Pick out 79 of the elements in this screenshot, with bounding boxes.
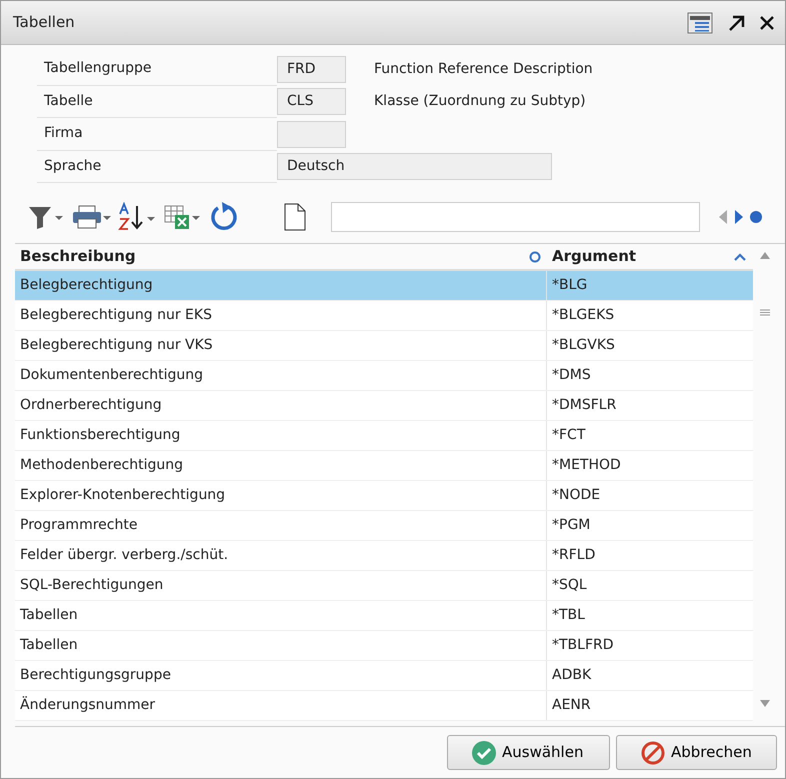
printer-icon[interactable] <box>71 203 111 231</box>
table-cell-text: *BLGVKS <box>552 336 615 355</box>
field-description: Function Reference Description <box>374 60 593 79</box>
dot-icon[interactable] <box>750 211 762 223</box>
table-row[interactable]: Belegberechtigung *BLG <box>15 271 753 301</box>
table-cell-text: *BLG <box>552 276 588 295</box>
sort-icon[interactable] <box>117 202 157 232</box>
table-cell-text: SQL-Berechtigungen <box>20 576 164 595</box>
field-description: Klasse (Zuordnung zu Subtyp) <box>374 92 586 112</box>
table-row[interactable]: Tabellen *TBLFRD <box>15 631 753 661</box>
sort-indicator-icon[interactable] <box>529 250 541 262</box>
table-row[interactable]: Dokumentenberechtigung *DMS <box>15 361 753 391</box>
table-cell-text: ADBK <box>552 666 592 685</box>
table-cell-text: Tabellen <box>20 636 78 655</box>
document-icon[interactable] <box>283 203 307 231</box>
next-icon[interactable] <box>734 209 744 225</box>
scroll-down-icon[interactable] <box>760 700 770 707</box>
input-field[interactable]: FRD <box>277 56 346 83</box>
table-cell-text: *TBLFRD <box>552 636 614 655</box>
table-row[interactable]: Funktionsberechtigung *FCT <box>15 421 753 451</box>
scroll-up-icon[interactable] <box>760 252 770 259</box>
scroll-thumb-icon[interactable] <box>760 309 770 316</box>
table-cell-text: *SQL <box>552 576 587 595</box>
input-field[interactable]: CLS <box>277 88 346 116</box>
table-cell-text: Belegberechtigung nur EKS <box>20 306 212 325</box>
close-icon[interactable] <box>759 14 775 30</box>
field-label: Tabelle <box>44 92 93 111</box>
column-title: Argument <box>552 246 636 268</box>
table-cell-text: Tabellen <box>20 606 78 625</box>
table-row[interactable]: Explorer-Knotenberechtigung *NODE <box>15 481 753 511</box>
table-cell-text: Belegberechtigung <box>20 276 153 295</box>
expand-icon[interactable] <box>727 14 745 32</box>
table-cell-text: *TBL <box>552 606 585 625</box>
field-label: Firma <box>44 124 83 144</box>
input-field[interactable] <box>277 120 346 148</box>
table-row[interactable]: Belegberechtigung nur VKS *BLGVKS <box>15 331 753 361</box>
sort-ascending-icon[interactable] <box>733 252 747 262</box>
window-title: Tabellen <box>13 12 76 34</box>
excel-export-icon[interactable] <box>163 203 201 231</box>
table-row[interactable]: Programmrechte *PGM <box>15 511 753 541</box>
check-icon <box>472 740 496 764</box>
column-header[interactable]: Beschreibung <box>15 244 547 269</box>
table-row[interactable]: Änderungsnummer AENR <box>15 691 753 721</box>
search-field[interactable] <box>331 202 700 232</box>
table-row[interactable]: Felder übergr. verberg./schüt. *RFLD <box>15 541 753 571</box>
table-cell-text: Ordnerberechtigung <box>20 396 162 415</box>
field-label: Tabellengruppe <box>44 59 152 78</box>
cancel-button[interactable]: Abbrechen <box>616 735 777 770</box>
table-cell-text: *BLGEKS <box>552 306 614 325</box>
table-row[interactable]: SQL-Berechtigungen *SQL <box>15 571 753 601</box>
prohibited-icon <box>641 740 665 764</box>
table-cell-text: *RFLD <box>552 546 596 565</box>
table-row[interactable]: Methodenberechtigung *METHOD <box>15 451 753 481</box>
table-cell-text: *PGM <box>552 516 590 535</box>
column-header[interactable]: Argument <box>547 244 753 269</box>
table-row[interactable]: Tabellen *TBL <box>15 601 753 631</box>
table-cell-text: Explorer-Knotenberechtigung <box>20 486 226 505</box>
table-cell-text: *FCT <box>552 426 586 445</box>
table-cell-text: Dokumentenberechtigung <box>20 366 204 385</box>
field-label: Sprache <box>44 156 102 176</box>
table-row[interactable]: Belegberechtigung nur EKS *BLGEKS <box>15 301 753 331</box>
table-cell-text: *NODE <box>552 486 600 505</box>
table-cell-text: Berechtigungsgruppe <box>20 666 171 685</box>
table-cell-text: Änderungsnummer <box>20 695 156 715</box>
table-cell-text: AENR <box>552 696 591 715</box>
column-title: Beschreibung <box>20 246 136 268</box>
layout-icon[interactable] <box>687 12 713 34</box>
table-cell-text: Funktionsberechtigung <box>20 426 180 445</box>
select-button[interactable]: Auswählen <box>447 735 610 770</box>
table-cell-text: Methodenberechtigung <box>20 456 184 475</box>
table-cell-text: *DMSFLR <box>552 396 616 415</box>
table-row[interactable]: Berechtigungsgruppe ADBK <box>15 661 753 691</box>
table-row[interactable]: Ordnerberechtigung *DMSFLR <box>15 391 753 421</box>
table-cell-text: Belegberechtigung nur VKS <box>20 336 213 355</box>
table-cell-text: *DMS <box>552 366 591 385</box>
table-cell-text: Programmrechte <box>20 516 138 535</box>
table-cell-text: Felder übergr. verberg./schüt. <box>20 546 228 565</box>
table-cell-text: *METHOD <box>552 456 621 475</box>
input-field[interactable]: Deutsch <box>277 153 552 180</box>
